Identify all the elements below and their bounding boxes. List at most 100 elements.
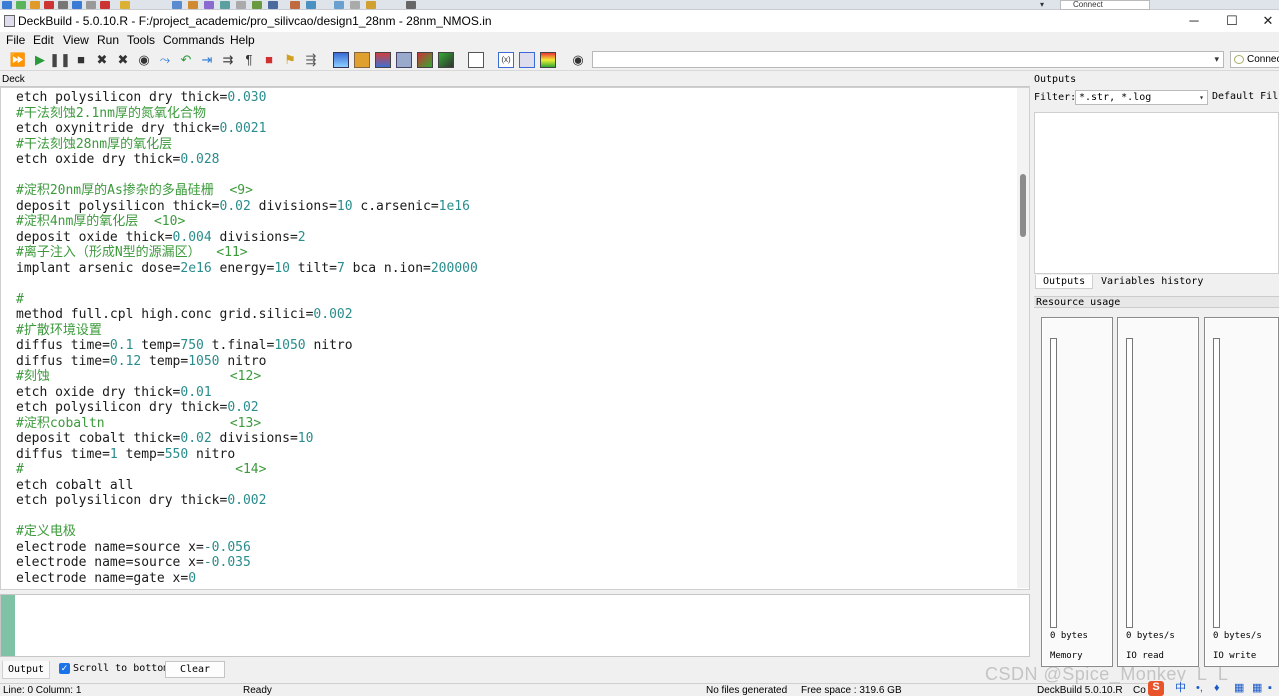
breakpoint-icon[interactable]: ◉ [136, 52, 152, 68]
punctuation-icon[interactable]: •, [1196, 682, 1203, 695]
scroll-to-bottom-checkbox[interactable]: ✓ [59, 663, 70, 674]
kill-all-icon[interactable]: ✖ [115, 52, 131, 68]
chevron-down-icon[interactable]: ▾ [1040, 1, 1052, 9]
menu-commands[interactable]: Commands [163, 32, 224, 48]
menu-file[interactable]: File [6, 32, 25, 48]
run-to-icon[interactable]: ⇥ [199, 52, 215, 68]
code-line[interactable]: deposit oxide thick=0.004 divisions=2 [16, 230, 1016, 246]
microphone-icon[interactable]: ♦ [1214, 682, 1220, 695]
gauge-bar [1050, 338, 1057, 628]
stop-icon[interactable]: ■ [73, 52, 89, 68]
maximize-button[interactable]: ☐ [1217, 12, 1247, 30]
tab-output[interactable]: Output [2, 661, 50, 679]
palette-icon[interactable] [540, 52, 556, 68]
code-line[interactable]: #淀积4nm厚的氧化层 <10> [16, 214, 1016, 230]
minimize-button[interactable]: ─ [1179, 12, 1209, 30]
record-icon[interactable]: ■ [261, 52, 277, 68]
command-input[interactable]: ▾ [592, 51, 1224, 68]
code-line[interactable]: #干法刻蚀28nm厚的氧化层 [16, 137, 1016, 153]
code-line[interactable] [16, 509, 1016, 525]
code-line[interactable]: #扩散环境设置 [16, 323, 1016, 339]
code-line[interactable]: etch cobalt all [16, 478, 1016, 494]
code-line[interactable]: # [16, 292, 1016, 308]
code-line[interactable]: #干法刻蚀2.1nm厚的氮氧化合物 [16, 106, 1016, 122]
filter-select[interactable]: *.str, *.log ▾ [1075, 90, 1208, 105]
run-all-icon[interactable]: ⏩ [10, 52, 26, 68]
connection-icon[interactable]: ◉ [570, 52, 586, 68]
connect-field[interactable]: Connect [1060, 0, 1150, 10]
skip-icon[interactable]: ⇉ [220, 52, 236, 68]
code-line[interactable]: etch oxide dry thick=0.028 [16, 152, 1016, 168]
code-line[interactable]: # <14> [16, 462, 1016, 478]
code-line[interactable]: #定义电极 [16, 524, 1016, 540]
menu-help[interactable]: Help [230, 32, 255, 48]
code-line[interactable]: #离子注入（形成N型的源漏区） <11> [16, 245, 1016, 261]
code-line[interactable]: #淀积20nm厚的As掺杂的多晶硅栅 <9> [16, 183, 1016, 199]
ime-icon[interactable]: S [1148, 681, 1164, 696]
step-icon[interactable]: ⤳ [157, 52, 173, 68]
chevron-down-icon[interactable]: ▾ [1214, 52, 1219, 67]
menu-view[interactable]: View [63, 32, 89, 48]
code-line[interactable]: deposit polysilicon thick=0.02 divisions… [16, 199, 1016, 215]
code-comment: #刻蚀 <12> [16, 369, 262, 384]
function-icon[interactable]: (x) [498, 52, 514, 68]
kill-icon[interactable]: ✖ [94, 52, 110, 68]
code-line[interactable] [16, 168, 1016, 184]
menu-run[interactable]: Run [97, 32, 119, 48]
mask-icon[interactable] [417, 52, 433, 68]
connect-button[interactable]: Connec [1230, 51, 1279, 68]
code-line[interactable]: method full.cpl high.conc grid.silici=0.… [16, 307, 1016, 323]
editor-scrollbar[interactable] [1017, 88, 1029, 588]
menu-edit[interactable]: Edit [33, 32, 54, 48]
tab-variables-history[interactable]: Variables history [1094, 275, 1210, 289]
plot-icon[interactable] [375, 52, 391, 68]
code-line[interactable]: diffus time=1 temp=550 nitro [16, 447, 1016, 463]
code-line[interactable]: electrode name=gate x=0 [16, 571, 1016, 587]
code-text: electrode name=source x= [16, 555, 204, 570]
pause-icon[interactable]: ❚❚ [49, 52, 71, 68]
line-icon[interactable]: ¶ [241, 52, 257, 68]
language-indicator[interactable]: 中 [1175, 682, 1186, 695]
code-number: 0.028 [180, 152, 220, 167]
io-read-gauge: 0 bytes/s IO read [1117, 317, 1199, 667]
code-line[interactable]: #刻蚀 <12> [16, 369, 1016, 385]
close-button[interactable]: ✕ [1253, 12, 1279, 30]
tray-more-icon[interactable]: ▪ [1268, 682, 1272, 695]
clear-button[interactable]: Clear [165, 661, 225, 678]
code-line[interactable]: etch polysilicon dry thick=0.030 [16, 90, 1016, 106]
tab-outputs[interactable]: Outputs [1035, 275, 1094, 289]
code-line[interactable]: diffus time=0.12 temp=1050 nitro [16, 354, 1016, 370]
menu-tools[interactable]: Tools [127, 32, 155, 48]
edit-icon[interactable] [396, 52, 412, 68]
output-console[interactable] [0, 594, 1030, 657]
grid-icon[interactable]: ▦ [1252, 682, 1262, 695]
grid-icon[interactable] [438, 52, 454, 68]
keyboard-icon[interactable]: ▦ [1234, 682, 1244, 695]
outputs-file-list[interactable] [1034, 112, 1279, 274]
code-number: 550 [164, 446, 189, 462]
code-line[interactable]: etch polysilicon dry thick=0.02 [16, 400, 1016, 416]
deck-editor[interactable]: etch polysilicon dry thick=0.030 #干法刻蚀2.1… [0, 87, 1030, 590]
tonyplot-icon[interactable] [333, 52, 349, 68]
flag-icon[interactable]: ⚑ [282, 52, 298, 68]
code-line[interactable]: diffus time=0.1 temp=750 t.final=1050 ni… [16, 338, 1016, 354]
scroll-to-bottom-label[interactable]: Scroll to bottom [73, 663, 169, 675]
code-line[interactable]: implant arsenic dose=2e16 energy=10 tilt… [16, 261, 1016, 277]
scrollbar-thumb[interactable] [1020, 174, 1026, 237]
chevron-down-icon[interactable]: ▾ [1199, 91, 1204, 104]
step-back-icon[interactable]: ↶ [178, 52, 194, 68]
devedit-icon[interactable] [354, 52, 370, 68]
code-line[interactable]: electrode name=source x=-0.056 [16, 540, 1016, 556]
chart-icon[interactable] [519, 52, 535, 68]
code-line[interactable]: electrode name=source x=-0.035 [16, 555, 1016, 571]
play-icon[interactable]: ▶ [32, 52, 48, 68]
code-line[interactable]: etch oxide dry thick=0.01 [16, 385, 1016, 401]
default-filter-button[interactable]: Default Filt [1212, 90, 1279, 105]
code-line[interactable] [16, 276, 1016, 292]
history-icon[interactable]: ⇶ [303, 52, 319, 68]
copy-icon[interactable] [468, 52, 484, 68]
code-line[interactable]: #淀积cobaltn <13> [16, 416, 1016, 432]
code-line[interactable]: deposit cobalt thick=0.02 divisions=10 [16, 431, 1016, 447]
code-line[interactable]: etch oxynitride dry thick=0.0021 [16, 121, 1016, 137]
code-line[interactable]: etch polysilicon dry thick=0.002 [16, 493, 1016, 509]
